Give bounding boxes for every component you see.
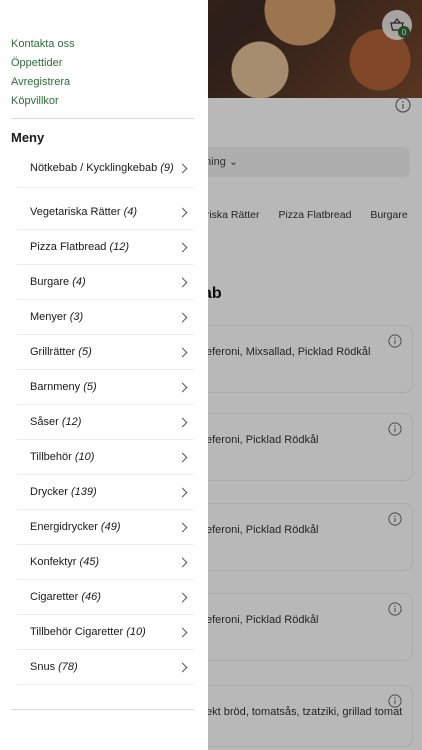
- menu-item[interactable]: Pizza Flatbread (12): [17, 230, 194, 265]
- menu-item[interactable]: Nötkebab / Kycklingkebab (9): [17, 150, 194, 188]
- menu-item-label: Nötkebab / Kycklingkebab (9): [30, 162, 174, 174]
- menu-item-label: Menyer (3): [30, 310, 84, 323]
- menu-item-label: Cigaretter (46): [30, 590, 101, 603]
- menu-item[interactable]: Tillbehör Cigaretter (10): [17, 615, 194, 650]
- chevron-right-icon: [177, 452, 188, 462]
- menu-item[interactable]: Drycker (139): [17, 475, 194, 510]
- side-drawer: Kontakta oss Öppettider Avregistrera Köp…: [0, 0, 208, 750]
- chevron-right-icon: [177, 242, 188, 252]
- chevron-right-icon: [177, 347, 188, 357]
- chevron-right-icon: [177, 163, 188, 174]
- menu-item-label: Pizza Flatbread (12): [30, 240, 130, 253]
- menu-item[interactable]: Energidrycker (49): [17, 510, 194, 545]
- menu-title: Meny: [11, 130, 45, 145]
- menu-item[interactable]: Tillbehör (10): [17, 440, 194, 475]
- chevron-right-icon: [177, 592, 188, 602]
- chevron-right-icon: [177, 382, 188, 392]
- menu-item-label: Burgare (4): [30, 275, 86, 288]
- chevron-right-icon: [177, 207, 188, 217]
- menu-item-label: Grillrätter (5): [30, 345, 92, 358]
- menu-item[interactable]: Såser (12): [17, 405, 194, 440]
- menu-item-label: Energidrycker (49): [30, 520, 121, 533]
- menu-item-label: Såser (12): [30, 415, 82, 428]
- chevron-right-icon: [177, 312, 188, 322]
- unregister-link[interactable]: Avregistrera: [11, 75, 75, 94]
- menu-item[interactable]: Barnmeny (5): [17, 370, 194, 405]
- menu-item-label: Tillbehör Cigaretter (10): [30, 625, 146, 638]
- chevron-right-icon: [177, 662, 188, 672]
- menu-item-label: Vegetariska Rätter (4): [30, 205, 138, 218]
- chevron-right-icon: [177, 487, 188, 497]
- chevron-right-icon: [177, 627, 188, 637]
- chevron-right-icon: [177, 277, 188, 287]
- opening-hours-link[interactable]: Öppettider: [11, 56, 75, 75]
- menu-item-label: Drycker (139): [30, 485, 97, 498]
- menu-category-list: Nötkebab / Kycklingkebab (9) Vegetariska…: [17, 150, 194, 685]
- chevron-right-icon: [177, 522, 188, 532]
- drawer-links: Kontakta oss Öppettider Avregistrera Köp…: [11, 37, 75, 113]
- menu-item[interactable]: Burgare (4): [17, 265, 194, 300]
- menu-item[interactable]: Konfektyr (45): [17, 545, 194, 580]
- menu-item-label: Tillbehör (10): [30, 450, 95, 463]
- divider: [11, 118, 194, 119]
- menu-item[interactable]: Menyer (3): [17, 300, 194, 335]
- menu-item[interactable]: Cigaretter (46): [17, 580, 194, 615]
- menu-item[interactable]: Vegetariska Rätter (4): [17, 195, 194, 230]
- contact-link[interactable]: Kontakta oss: [11, 37, 75, 56]
- terms-link[interactable]: Köpvillkor: [11, 94, 75, 113]
- chevron-right-icon: [177, 557, 188, 567]
- menu-item-label: Barnmeny (5): [30, 380, 97, 393]
- menu-item[interactable]: Grillrätter (5): [17, 335, 194, 370]
- menu-item-label: Konfektyr (45): [30, 555, 100, 568]
- chevron-right-icon: [177, 417, 188, 427]
- divider: [11, 709, 194, 710]
- menu-item-label: Snus (78): [30, 660, 78, 673]
- menu-item[interactable]: Snus (78): [17, 650, 194, 685]
